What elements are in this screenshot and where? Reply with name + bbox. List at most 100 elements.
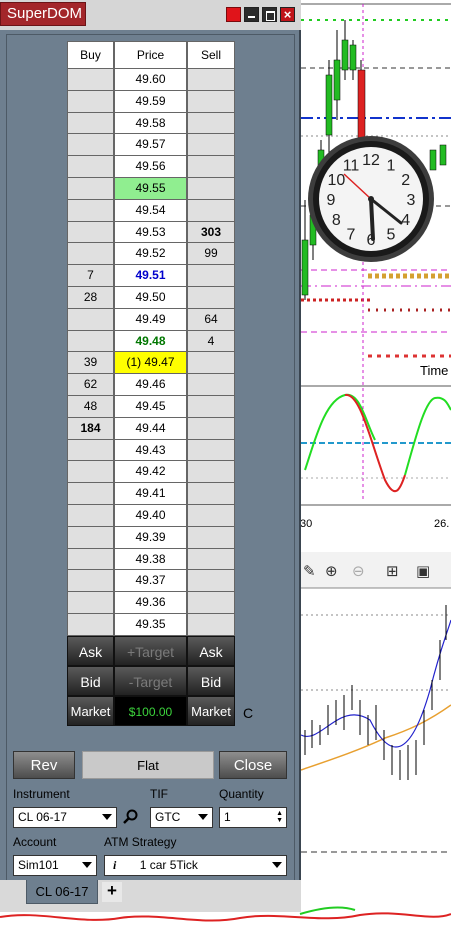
buy-cell[interactable] — [67, 526, 114, 549]
buy-cell[interactable] — [67, 156, 114, 178]
close-window-button[interactable]: × — [280, 7, 295, 22]
market-left-button[interactable]: Market — [67, 695, 114, 726]
grid-icon[interactable]: ⊞ — [386, 562, 399, 580]
buy-cell[interactable] — [67, 613, 114, 636]
close-position-button[interactable]: Close — [219, 751, 287, 779]
buy-cell[interactable] — [67, 570, 114, 593]
maximize-button[interactable] — [262, 7, 277, 22]
sell-cell[interactable] — [187, 374, 235, 396]
clock-number: 4 — [401, 212, 410, 229]
add-tab-button[interactable]: + — [102, 882, 122, 902]
ask-right-button[interactable]: Ask — [187, 635, 235, 666]
price-cell: 49.44 — [114, 417, 187, 440]
buy-cell[interactable] — [67, 461, 114, 484]
spinner-arrows-icon[interactable]: ▲ ▼ — [276, 810, 283, 824]
link-color-button[interactable] — [226, 7, 241, 22]
ladder-row: 49.43 — [67, 439, 235, 462]
sell-cell[interactable]: 4 — [187, 330, 235, 353]
tif-value: GTC — [155, 810, 181, 824]
sell-cell[interactable] — [187, 570, 235, 593]
sell-cell[interactable] — [187, 483, 235, 505]
account-select[interactable]: Sim101 — [13, 855, 97, 876]
chevron-down-icon — [82, 862, 92, 868]
sell-cell[interactable] — [187, 439, 235, 462]
buy-cell[interactable] — [67, 243, 114, 266]
buy-cell[interactable] — [67, 483, 114, 505]
tif-select[interactable]: GTC — [150, 807, 213, 828]
sell-cell[interactable] — [187, 112, 235, 135]
c-label: C — [243, 705, 254, 721]
sell-cell[interactable] — [187, 199, 235, 222]
quantity-stepper[interactable]: 1 ▲ ▼ — [219, 807, 287, 828]
ladder-row: 49.39 — [67, 526, 235, 549]
price-cell: (1) 49.47 — [114, 352, 187, 375]
price-cell: 49.41 — [114, 483, 187, 505]
data-box-icon[interactable]: ▣ — [416, 562, 430, 580]
buy-cell[interactable] — [67, 112, 114, 135]
buy-cell[interactable] — [67, 308, 114, 331]
buy-cell[interactable]: 28 — [67, 286, 114, 309]
clock-number: 9 — [327, 192, 336, 209]
buy-cell[interactable] — [67, 69, 114, 91]
sell-cell[interactable] — [187, 461, 235, 484]
buy-cell[interactable] — [67, 221, 114, 244]
ladder-row: 39 (1) 49.47 — [67, 352, 235, 375]
tab-instrument[interactable]: CL 06-17 — [26, 880, 98, 904]
sell-cell[interactable] — [187, 526, 235, 549]
buy-cell[interactable] — [67, 330, 114, 353]
instrument-select[interactable]: CL 06-17 — [13, 807, 117, 828]
sell-cell[interactable]: 303 — [187, 221, 235, 244]
zoom-out-icon[interactable]: ⊖ — [352, 562, 365, 580]
minimize-button[interactable] — [244, 7, 259, 22]
atm-strategy-select[interactable]: i 1 car 5Tick — [104, 855, 287, 876]
buy-cell[interactable] — [67, 592, 114, 614]
buy-cell[interactable] — [67, 439, 114, 462]
sell-cell[interactable] — [187, 395, 235, 418]
buy-cell[interactable] — [67, 504, 114, 527]
pencil-icon[interactable]: ✎ — [303, 562, 316, 580]
sell-cell[interactable] — [187, 417, 235, 440]
buy-cell[interactable] — [67, 548, 114, 571]
bid-left-button[interactable]: Bid — [67, 665, 114, 696]
search-icon[interactable] — [123, 809, 139, 825]
chart-time-label: Time — [420, 363, 448, 378]
sell-cell[interactable] — [187, 352, 235, 375]
sell-cell[interactable] — [187, 592, 235, 614]
bid-right-button[interactable]: Bid — [187, 665, 235, 696]
sell-cell[interactable] — [187, 69, 235, 91]
minus-target-button[interactable]: -Target — [114, 665, 187, 696]
sell-cell[interactable] — [187, 156, 235, 178]
sell-cell[interactable] — [187, 134, 235, 157]
ladder-row: 28 49.50 — [67, 286, 235, 309]
ask-left-button[interactable]: Ask — [67, 635, 114, 666]
flat-button[interactable]: Flat — [82, 751, 214, 779]
buy-cell[interactable] — [67, 199, 114, 222]
sell-cell[interactable] — [187, 286, 235, 309]
market-row: Market $100.00 Market — [67, 695, 235, 726]
sell-cell[interactable] — [187, 504, 235, 527]
buy-cell[interactable] — [67, 134, 114, 157]
sell-cell[interactable]: 99 — [187, 243, 235, 266]
sell-cell[interactable] — [187, 613, 235, 636]
zoom-in-icon[interactable]: ⊕ — [325, 562, 338, 580]
sell-cell[interactable] — [187, 90, 235, 113]
buy-cell[interactable]: 62 — [67, 374, 114, 396]
reverse-button[interactable]: Rev — [13, 751, 75, 779]
sell-cell[interactable] — [187, 548, 235, 571]
clock-widget: 12 1234567891011 — [308, 136, 434, 262]
buy-cell[interactable] — [67, 177, 114, 200]
buy-cell[interactable]: 184 — [67, 417, 114, 440]
market-right-button[interactable]: Market — [187, 695, 235, 726]
plus-target-button[interactable]: +Target — [114, 635, 187, 666]
sell-cell[interactable] — [187, 177, 235, 200]
ladder-row: 49.36 — [67, 592, 235, 614]
info-icon[interactable]: i — [113, 858, 116, 872]
buy-cell[interactable]: 48 — [67, 395, 114, 418]
sell-cell[interactable]: 64 — [187, 308, 235, 331]
price-cell: 49.51 — [114, 265, 187, 287]
sell-cell[interactable] — [187, 265, 235, 287]
buy-cell[interactable]: 7 — [67, 265, 114, 287]
buy-cell[interactable]: 39 — [67, 352, 114, 375]
buy-cell[interactable] — [67, 90, 114, 113]
price-cell: 49.37 — [114, 570, 187, 593]
